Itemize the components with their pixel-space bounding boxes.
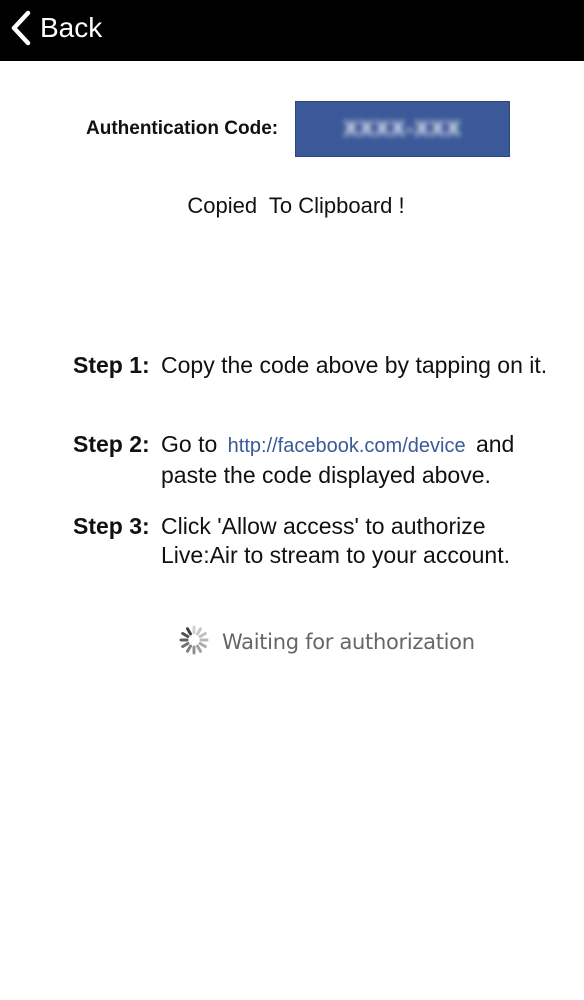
navigation-bar: Back: [0, 0, 584, 61]
copied-to-clipboard-message: Copied To Clipboard !: [187, 193, 405, 218]
step-2: Step 2: Go to http://facebook.com/device…: [73, 430, 553, 490]
waiting-for-authorization-text: Waiting for authorization: [222, 630, 475, 654]
spinner-icon: [178, 624, 210, 661]
chevron-left-icon: [10, 10, 32, 46]
authentication-code-button[interactable]: XXXX-XXX: [295, 101, 510, 157]
step-3: Step 3: Click 'Allow access' to authoriz…: [73, 512, 553, 570]
step-2-label: Step 2:: [73, 431, 150, 457]
back-label: Back: [40, 12, 103, 43]
facebook-device-link[interactable]: http://facebook.com/device: [228, 435, 466, 457]
step-1-text: Copy the code above by tapping on it.: [161, 352, 548, 378]
step-3-label: Step 3:: [73, 513, 150, 539]
step-2-text-before: Go to: [161, 431, 218, 457]
step-1: Step 1: Copy the code above by tapping o…: [73, 351, 553, 380]
back-button[interactable]: Back: [10, 8, 102, 48]
step-1-label: Step 1:: [73, 352, 150, 378]
step-2-text: Go to http://facebook.com/device and pas…: [161, 430, 553, 490]
step-3-text: Click 'Allow access' to authorize Live:A…: [161, 513, 510, 568]
authentication-code-label: Authentication Code:: [86, 118, 279, 139]
authentication-row: Authentication Code: XXXX-XXX: [0, 101, 584, 157]
waiting-indicator: Waiting for authorization: [178, 624, 475, 661]
authentication-code-value: XXXX-XXX: [343, 116, 462, 141]
